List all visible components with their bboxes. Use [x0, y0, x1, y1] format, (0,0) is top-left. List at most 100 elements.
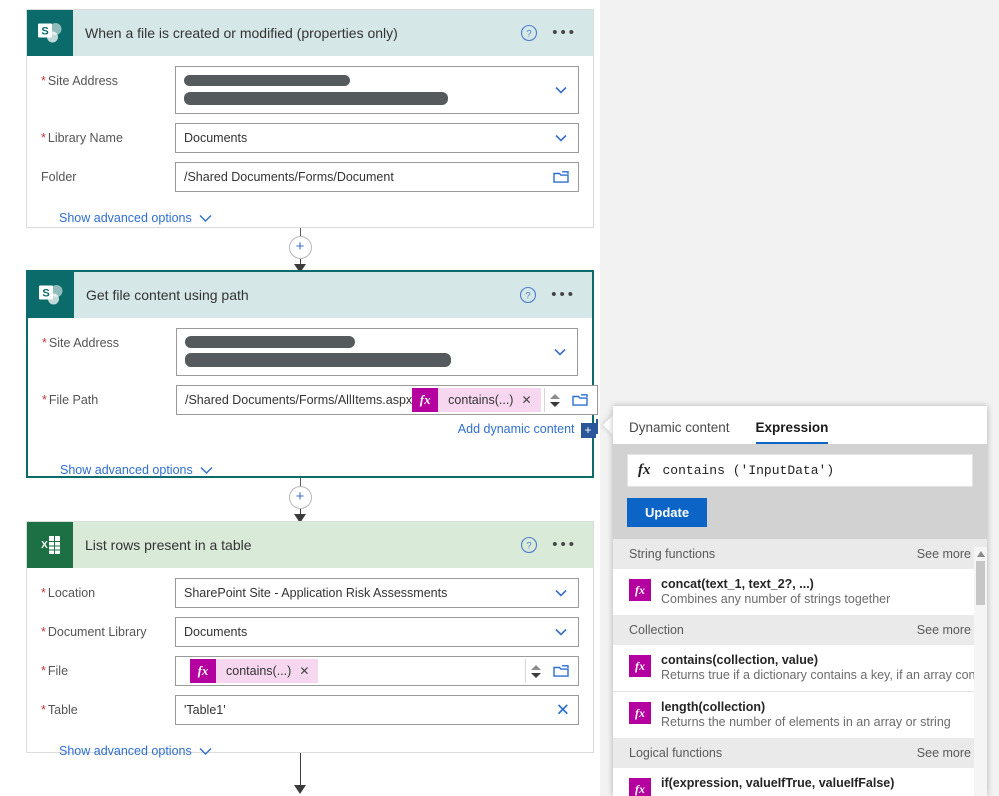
stepper-down-icon[interactable] — [549, 401, 560, 407]
field-library-name: * Library Name Documents — [41, 123, 579, 153]
expression-token[interactable]: fx contains(...) ✕ — [190, 659, 319, 683]
add-dynamic-content-icon[interactable]: + — [580, 419, 598, 438]
folder-picker-icon[interactable] — [552, 663, 570, 679]
remove-token-icon[interactable]: ✕ — [521, 393, 540, 407]
required-marker: * — [41, 664, 46, 678]
see-more-link[interactable]: See more — [917, 547, 971, 561]
ellipsis-icon[interactable]: ••• — [552, 537, 577, 552]
location-value: SharePoint Site - Application Risk Asses… — [184, 586, 448, 600]
ellipsis-icon[interactable]: ••• — [551, 287, 576, 302]
value-stepper[interactable] — [525, 659, 546, 683]
required-marker: * — [42, 336, 47, 350]
chevron-down-icon[interactable] — [553, 82, 569, 98]
see-more-link[interactable]: See more — [917, 746, 971, 760]
show-advanced-options-label: Show advanced options — [59, 211, 192, 225]
chevron-down-icon[interactable] — [553, 585, 569, 601]
function-item-concat[interactable]: fx concat(text_1, text_2?, ...) Combines… — [613, 569, 987, 615]
value-stepper[interactable] — [543, 388, 565, 412]
field-site-address: * Site Address — [41, 66, 579, 114]
scroll-up-icon[interactable] — [976, 551, 985, 557]
function-group-name: String functions — [629, 547, 716, 561]
card-title: Get file content using path — [86, 287, 249, 303]
tab-dynamic-content[interactable]: Dynamic content — [629, 420, 730, 444]
flyout-tabs: Dynamic content Expression — [613, 406, 987, 444]
function-list-scrollbar[interactable] — [974, 547, 987, 796]
clear-icon[interactable]: ✕ — [556, 702, 570, 719]
scrollbar-thumb[interactable] — [976, 561, 985, 605]
function-item-length[interactable]: fx length(collection) Returns the number… — [613, 691, 987, 738]
function-signature: length(collection) — [661, 700, 766, 714]
location-input[interactable]: SharePoint Site - Application Risk Asses… — [175, 578, 579, 608]
function-item-contains[interactable]: fx contains(collection, value) Returns t… — [613, 645, 987, 691]
see-more-link[interactable]: See more — [917, 623, 971, 637]
field-label: * Table — [41, 703, 78, 717]
library-name-input[interactable]: Documents — [175, 123, 579, 153]
flow-connector: + — [0, 228, 600, 273]
file-path-value: /Shared Documents/Forms/AllItems.aspx — [185, 393, 413, 407]
action-card-trigger[interactable]: S When a file is created or modified (pr… — [26, 9, 594, 228]
field-file-path: * File Path /Shared Documents/Forms/AllIt… — [42, 385, 598, 438]
chevron-down-icon — [200, 466, 213, 474]
field-location: * Location SharePoint Site - Application … — [41, 578, 579, 608]
svg-text:X: X — [41, 540, 48, 551]
card-body: *Site Address *Library Name Documents — [27, 56, 593, 239]
table-input[interactable]: 'Table1' ✕ — [175, 695, 579, 725]
site-address-input[interactable] — [175, 66, 579, 114]
function-item-if[interactable]: fx if(expression, valueIfTrue, valueIfFa… — [613, 768, 987, 796]
field-label: * File — [41, 664, 69, 678]
chevron-down-icon[interactable] — [553, 130, 569, 146]
folder-input[interactable]: /Shared Documents/Forms/Document — [175, 162, 579, 192]
field-table: * Table 'Table1' ✕ — [41, 695, 579, 725]
add-dynamic-content-link[interactable]: Add dynamic content + — [176, 419, 598, 438]
help-circle-icon[interactable]: ? — [519, 286, 537, 304]
stepper-up-icon[interactable] — [531, 664, 541, 670]
file-input[interactable]: fx contains(...) ✕ — [175, 656, 579, 686]
arrow-down-icon — [294, 753, 306, 794]
required-marker: * — [41, 703, 46, 717]
excel-icon: X — [27, 522, 73, 568]
action-card-get-file-content[interactable]: S Get file content using path ? ••• * Sit… — [26, 270, 598, 478]
insert-step-button[interactable]: + — [288, 486, 312, 509]
function-group-header-collection: Collection See more — [613, 615, 987, 645]
redaction-bar — [185, 353, 451, 367]
folder-picker-icon[interactable] — [552, 169, 570, 185]
help-circle-icon[interactable]: ? — [520, 536, 538, 554]
help-circle-icon[interactable]: ? — [520, 24, 538, 42]
show-advanced-options-label: Show advanced options — [60, 463, 193, 477]
required-marker: * — [41, 625, 46, 639]
function-group-name: Collection — [629, 623, 684, 637]
chevron-down-icon[interactable] — [553, 624, 569, 640]
required-marker: * — [42, 393, 47, 407]
expression-input[interactable]: fx contains ('InputData') — [627, 454, 973, 487]
function-signature: if(expression, valueIfTrue, valueIfFalse… — [661, 776, 895, 790]
insert-step-button[interactable]: + — [288, 236, 312, 259]
file-path-input[interactable]: /Shared Documents/Forms/AllItems.aspx fx… — [176, 385, 598, 415]
ellipsis-icon[interactable]: ••• — [552, 25, 577, 40]
remove-token-icon[interactable]: ✕ — [299, 664, 318, 678]
field-label: * Site Address — [41, 74, 119, 88]
card-body: * Site Address * File Path /Shared Documen… — [28, 318, 598, 491]
show-advanced-options-link[interactable]: Show advanced options — [59, 211, 212, 225]
fx-icon: fx — [638, 462, 651, 478]
fx-icon: fx — [190, 659, 216, 683]
action-card-list-rows[interactable]: X List rows present in a table ? ••• * Lo… — [26, 521, 594, 758]
flow-connector: + — [0, 478, 600, 523]
stepper-up-icon[interactable] — [549, 393, 560, 399]
folder-picker-icon[interactable] — [571, 392, 589, 408]
fx-icon: fx — [629, 702, 651, 724]
site-address-input[interactable] — [176, 328, 578, 376]
show-advanced-options-link[interactable]: Show advanced options — [60, 463, 213, 477]
field-document-library: * Document Library Documents — [41, 617, 579, 647]
tab-expression[interactable]: Expression — [755, 420, 828, 444]
expression-editor-area: fx contains ('InputData') Update — [613, 444, 987, 539]
sharepoint-icon: S — [28, 272, 74, 318]
expression-token[interactable]: fx contains(...) ✕ — [412, 388, 541, 412]
stepper-down-icon[interactable] — [531, 672, 541, 678]
sharepoint-icon: S — [27, 10, 73, 56]
document-library-input[interactable]: Documents — [175, 617, 579, 647]
card-body: * Location SharePoint Site - Application … — [27, 568, 593, 772]
chevron-down-icon[interactable] — [552, 344, 568, 360]
fx-icon: fx — [629, 778, 651, 796]
field-file: * File fx contains(...) ✕ — [41, 656, 579, 686]
update-button[interactable]: Update — [627, 498, 708, 527]
